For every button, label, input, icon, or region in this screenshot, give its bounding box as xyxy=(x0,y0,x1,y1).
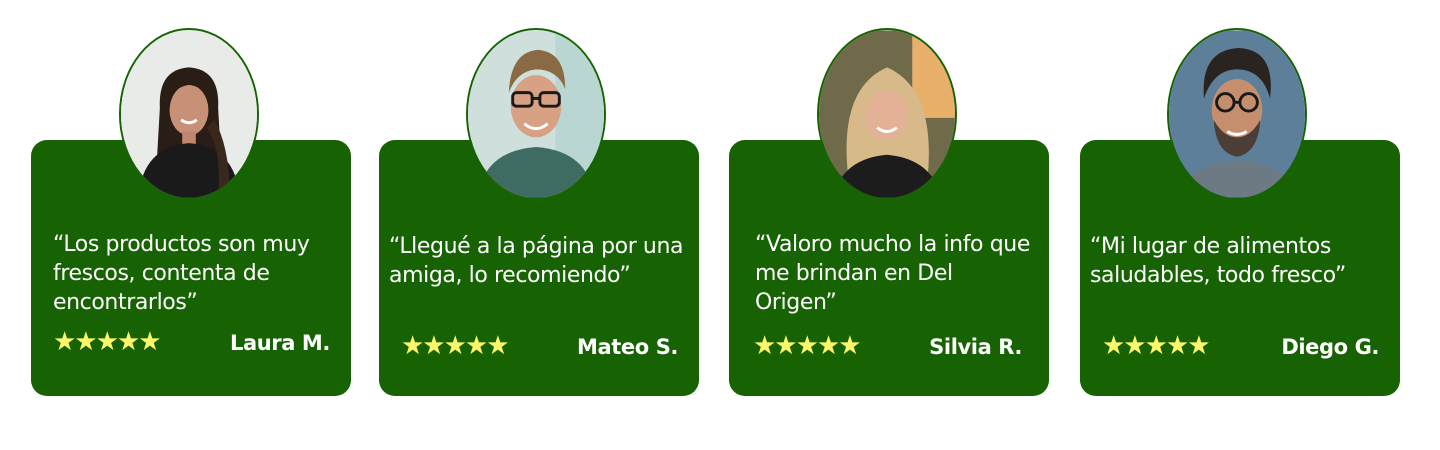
star-rating: ★★★★★ xyxy=(401,330,510,360)
star-rating: ★★★★★ xyxy=(1102,330,1211,360)
reviewer-name: Laura M. xyxy=(229,331,330,355)
avatar xyxy=(119,28,259,200)
avatar xyxy=(1167,28,1307,200)
reviewer-name: Mateo S. xyxy=(577,335,678,359)
star-rating: ★★★★★ xyxy=(753,330,862,360)
testimonials-section: “Los productos son muy frescos, contenta… xyxy=(0,0,1440,450)
testimonial-quote: “Mi lugar de alimentos saludables, todo … xyxy=(1090,234,1346,288)
avatar xyxy=(466,28,606,200)
testimonial-quote: “Valoro mucho la info que me brindan en … xyxy=(755,232,1030,315)
testimonial-quote: “Llegué a la página por una amiga, lo re… xyxy=(389,234,684,288)
man-glasses-portrait-icon xyxy=(468,30,604,198)
star-rating: ★★★★★ xyxy=(53,326,162,356)
blonde-woman-portrait-icon xyxy=(819,30,955,198)
woman-portrait-icon xyxy=(121,30,257,198)
avatar xyxy=(817,28,957,200)
reviewer-name: Diego G. xyxy=(1281,335,1379,359)
reviewer-name: Silvia R. xyxy=(929,335,1022,359)
testimonial-quote: “Los productos son muy frescos, contenta… xyxy=(53,232,310,315)
bearded-man-portrait-icon xyxy=(1169,30,1305,198)
